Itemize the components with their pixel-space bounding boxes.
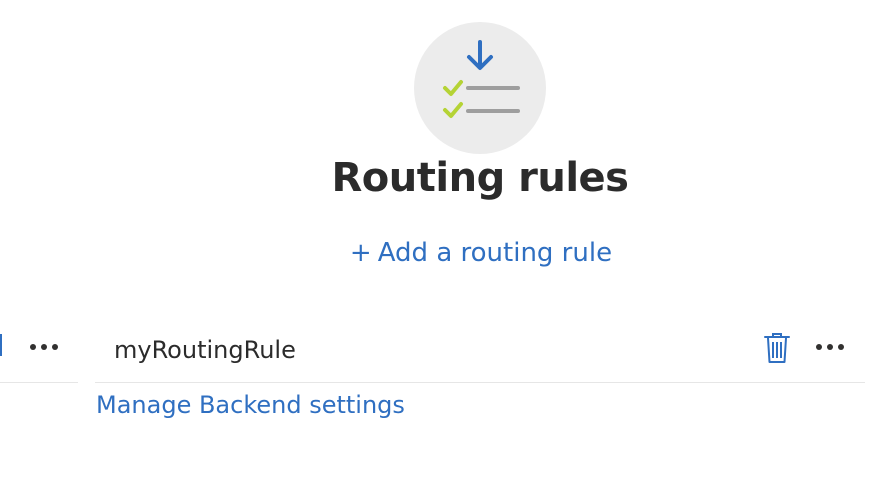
more-icon bbox=[816, 344, 844, 350]
more-options-button[interactable] bbox=[22, 334, 66, 360]
routing-rules-page: Routing rules + Add a routing rule myRout… bbox=[0, 0, 870, 494]
trash-icon bbox=[764, 333, 790, 363]
trash-icon[interactable] bbox=[0, 334, 3, 356]
add-routing-rule-link[interactable]: + Add a routing rule bbox=[0, 236, 870, 270]
add-routing-rule-label: Add a routing rule bbox=[377, 238, 613, 268]
routing-rule-name[interactable]: myRoutingRule bbox=[114, 332, 296, 368]
routing-rules-checklist-icon bbox=[414, 22, 546, 154]
rule-more-options-button[interactable] bbox=[808, 334, 852, 360]
page-title: Routing rules bbox=[331, 155, 629, 201]
manage-backend-settings-link[interactable]: Manage Backend settings bbox=[96, 388, 405, 422]
more-icon bbox=[30, 344, 58, 350]
delete-rule-button[interactable] bbox=[760, 330, 794, 366]
plus-icon: + bbox=[349, 238, 372, 268]
